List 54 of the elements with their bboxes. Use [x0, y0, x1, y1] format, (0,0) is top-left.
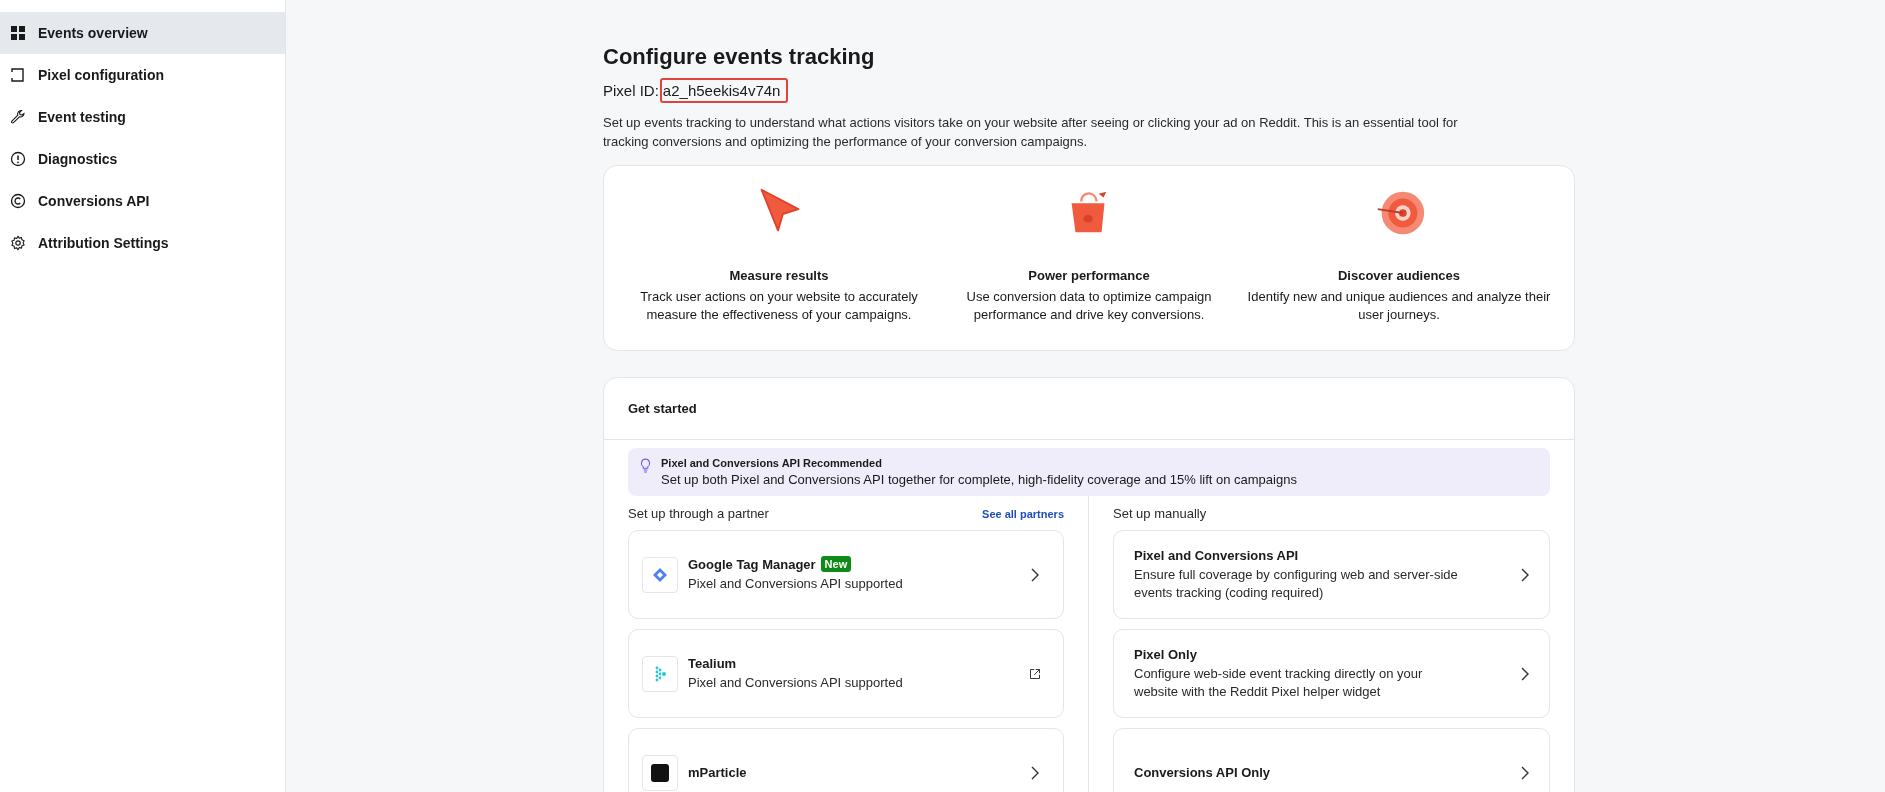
feature-text: Use conversion data to optimize campaign performance and drive key conversions. — [965, 288, 1213, 324]
feature-title: Measure results — [729, 268, 829, 283]
partner-subtitle: Pixel and Conversions API supported — [688, 673, 904, 692]
dashboard-icon — [10, 25, 26, 41]
partner-name: Google Tag Manager — [688, 556, 816, 572]
frame-icon — [10, 67, 26, 83]
sidebar-item[interactable]: Events overview — [0, 12, 285, 54]
column-label: Set up through a partner — [628, 506, 769, 521]
see-all-partners-link[interactable]: See all partners — [982, 508, 1064, 520]
description-text: Set up events tracking to understand what actions visitors take on your website after seeing or clicking your ad on Reddit. This is an essential tool for tracking conversions and optimizing the performance of your conversion campaigns. — [603, 114, 1459, 151]
banner-title: Pixel and Conversions API Recommended — [661, 457, 883, 469]
sidebar-item[interactable]: Attribution Settings — [0, 222, 285, 264]
partner-logo — [642, 754, 678, 791]
sidebar-item[interactable]: Event testing — [0, 96, 285, 138]
copyright-icon — [10, 193, 26, 209]
section-title: Get started — [628, 401, 697, 416]
lightbulb-icon — [640, 458, 651, 473]
new-badge: New — [820, 556, 852, 572]
partner-option[interactable]: Google Tag Manager New Pixel and Conversions API supported — [628, 530, 1064, 619]
pixel-id: a2_h5eekis4v74n — [659, 78, 789, 103]
settings-icon — [10, 235, 26, 251]
setup-option[interactable]: Pixel and Conversions API Ensure full coverage by configuring web and server-side events tracking (coding required) — [1113, 530, 1550, 619]
partner-logo — [642, 556, 678, 593]
option-title: Conversions API Only — [1134, 765, 1272, 780]
option-title: Pixel and Conversions API — [1134, 547, 1300, 563]
column-label: Set up manually — [1113, 506, 1207, 521]
option-description: Ensure full coverage by configuring web and server-side events tracking (coding required) — [1134, 565, 1459, 602]
setup-option[interactable]: Pixel Only Configure web-side event tracking directly on your website with the Reddit Pixel helper widget — [1113, 629, 1550, 718]
chevron-right-icon — [1029, 566, 1041, 583]
partner-subtitle: Pixel and Conversions API supported — [688, 575, 904, 593]
sidebar-item[interactable]: Conversions API — [0, 180, 285, 222]
chevron-right-icon — [1519, 665, 1531, 682]
feature-text: Track user actions on your website to accurately measure the effectiveness of your campaigns. — [639, 288, 919, 324]
setup-option[interactable]: Conversions API Only — [1113, 728, 1550, 792]
chevron-right-icon — [1029, 764, 1041, 781]
page-title: Configure events tracking — [603, 44, 876, 70]
banner-text: Set up both Pixel and Conversions API together for complete, high-fidelity coverage and 15% lift on campaigns — [661, 472, 1297, 487]
feature-title: Discover audiences — [1337, 268, 1461, 283]
option-title: Pixel Only — [1134, 646, 1198, 662]
partner-logo — [642, 655, 678, 692]
alert-icon — [10, 151, 26, 167]
option-description: Configure web-side event tracking directly on your website with the Reddit Pixel helper widget — [1134, 664, 1424, 701]
partner-name: mParticle — [688, 765, 747, 780]
sidebar-item[interactable]: Pixel configuration — [0, 54, 285, 96]
partner-option[interactable]: Tealium Pixel and Conversions API supported — [628, 629, 1064, 718]
chevron-right-icon — [1519, 566, 1531, 583]
wrench-icon — [10, 109, 26, 125]
pixel-id-label: Pixel ID: — [603, 82, 659, 99]
sidebar-item[interactable]: Diagnostics — [0, 138, 285, 180]
feature-text: Identify new and unique audiences and analyze their user journeys. — [1246, 288, 1552, 324]
partner-option[interactable]: mParticle — [628, 728, 1064, 792]
chevron-right-icon — [1519, 764, 1531, 781]
partner-name: Tealium — [688, 655, 737, 671]
feature-title: Power performance — [1028, 268, 1150, 283]
